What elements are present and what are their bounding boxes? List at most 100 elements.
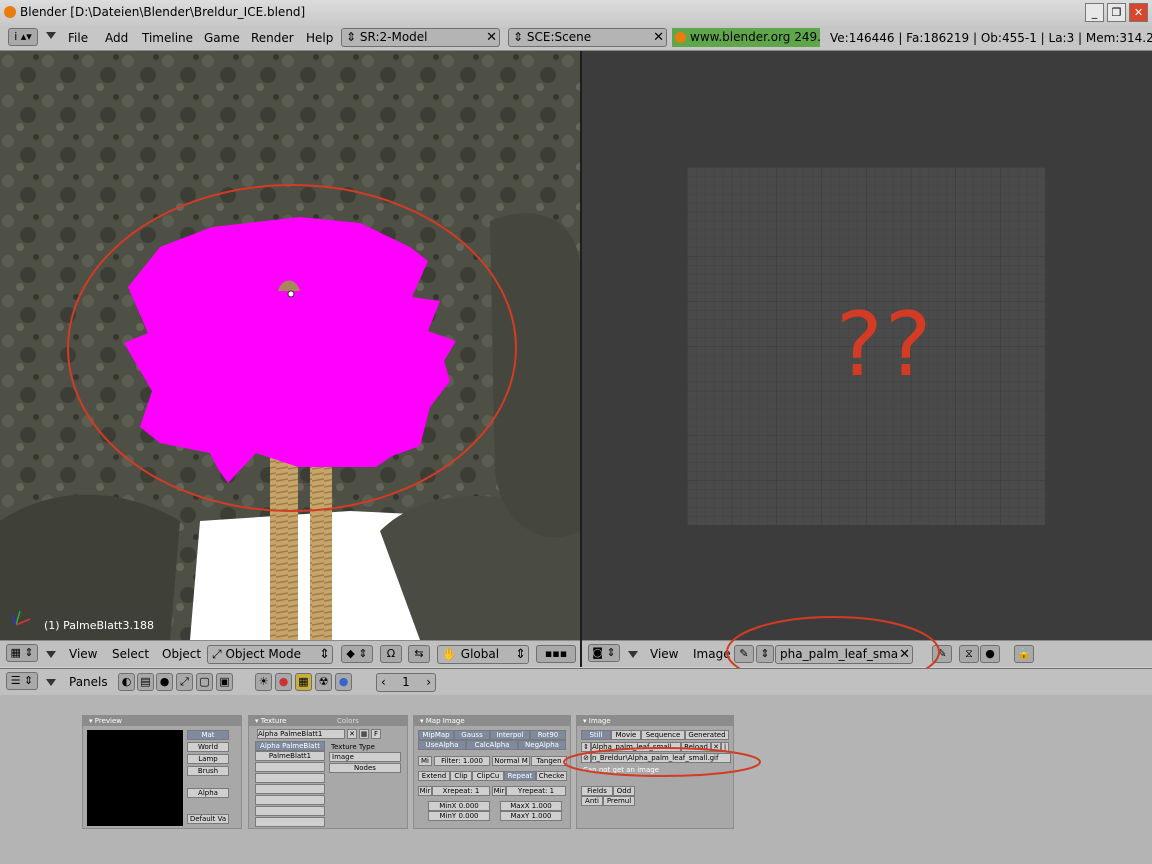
calcalpha-toggle[interactable]: CalcAlpha (466, 740, 518, 750)
miny-field[interactable]: MinY 0.000 (428, 811, 490, 821)
collapse-menu-icon[interactable] (46, 679, 56, 686)
window-type-image-icon[interactable]: ◙ ⇕ (588, 644, 620, 662)
delete-screen-icon[interactable]: ✕ (486, 29, 497, 46)
mode-value: Object Mode (225, 647, 302, 661)
frame-field[interactable]: ‹ 1 › (376, 673, 436, 692)
delete-scene-icon[interactable]: ✕ (653, 29, 664, 46)
texture-list-slot[interactable] (255, 784, 325, 794)
pivot-icon[interactable]: Ω (380, 645, 402, 663)
prev-arrow-icon[interactable]: ‹ (381, 674, 386, 691)
script-icon[interactable]: ▤ (137, 673, 154, 691)
mode-icon: ⤢ (212, 647, 222, 661)
menu-view[interactable]: View (69, 647, 97, 661)
minimize-button[interactable]: _ (1085, 3, 1104, 22)
screen-name: SR:2-Model (359, 30, 428, 44)
next-arrow-icon[interactable]: › (426, 674, 431, 691)
image-editor[interactable]: ?? (582, 51, 1152, 640)
texture-icon[interactable]: ▦ (295, 673, 312, 691)
uv-sync-icon[interactable]: ⧖ (959, 645, 979, 663)
draw-type-solid-icon[interactable]: ◆ ⇕ (341, 645, 373, 663)
texture-list-slot[interactable] (255, 806, 325, 816)
3d-viewport[interactable]: (1) PalmeBlatt3.188 (0, 51, 580, 640)
premul-toggle[interactable]: Premul (603, 796, 635, 806)
window-type-grid-icon[interactable]: ▦ ⇕ (6, 644, 38, 662)
preview-mat-button[interactable]: Mat (187, 730, 229, 740)
menu-render[interactable]: Render (251, 31, 294, 45)
texture-list-slot[interactable] (255, 773, 325, 783)
orientation-select[interactable]: ✋ Global ⇕ (437, 645, 529, 664)
texture-delete-icon[interactable]: ✕ (347, 729, 357, 739)
preview-alpha-button[interactable]: Alpha (187, 788, 229, 798)
mirror-y-toggle[interactable]: Mir (492, 786, 506, 796)
clipcube-toggle[interactable]: ClipCu (472, 771, 504, 781)
window-type-info-icon[interactable]: i ▴▾ (8, 28, 38, 46)
collapse-menu-icon[interactable] (628, 651, 638, 658)
menu-timeline[interactable]: Timeline (142, 31, 193, 45)
gauss-toggle[interactable]: Gauss (454, 730, 490, 740)
preview-brush-button[interactable]: Brush (187, 766, 229, 776)
menu-file[interactable]: File (68, 31, 88, 45)
logic-icon[interactable]: ◐ (118, 673, 135, 691)
texture-list-slot[interactable] (255, 817, 325, 827)
window-type-buttons-icon[interactable]: ☰ ⇕ (6, 672, 38, 690)
menu-game[interactable]: Game (204, 31, 240, 45)
texture-name-field[interactable]: Alpha PalmeBlatt1 (257, 729, 345, 739)
menu-add[interactable]: Add (105, 31, 128, 45)
xrepeat-field[interactable]: Xrepeat: 1 (432, 786, 490, 796)
interpol-toggle[interactable]: Interpol (490, 730, 530, 740)
preview-world-button[interactable]: World (187, 742, 229, 752)
texture-browse-icon[interactable]: ▦ (359, 729, 369, 739)
shading-icon[interactable]: ● (156, 673, 173, 691)
mipmap-toggle[interactable]: MipMap (418, 730, 454, 740)
scene-selector[interactable]: ⇕ SCE:Scene ✕ (508, 28, 667, 47)
lamp-icon[interactable]: ☀ (255, 673, 272, 691)
scene-icon[interactable]: ▣ (216, 673, 233, 691)
menu-panels[interactable]: Panels (69, 675, 108, 689)
world-icon[interactable]: ● (335, 673, 352, 691)
extend-toggle[interactable]: Extend (418, 771, 450, 781)
object-icon[interactable]: ⤢ (176, 673, 193, 691)
texture-type-label: Texture Type (331, 743, 375, 751)
menu-object[interactable]: Object (162, 647, 201, 661)
mirror-x-toggle[interactable]: Mir (418, 786, 432, 796)
radiosity-icon[interactable]: ☢ (315, 673, 332, 691)
collapse-menu-icon[interactable] (46, 651, 56, 658)
default-vars-button[interactable]: Default Va (187, 814, 229, 824)
anti-toggle[interactable]: Anti (581, 796, 603, 806)
preview-lamp-button[interactable]: Lamp (187, 754, 229, 764)
texture-list-slot[interactable] (255, 795, 325, 805)
texture-type-select[interactable]: Image (329, 752, 401, 762)
normal-map-toggle[interactable]: Normal M (492, 756, 530, 766)
screen-selector[interactable]: ⇕ SR:2-Model ✕ (341, 28, 500, 47)
filter-field[interactable]: Filter: 1.000 (434, 756, 490, 766)
repeat-toggle[interactable]: Repeat (504, 771, 536, 781)
lock-icon[interactable]: 🔒 (1014, 645, 1034, 663)
website-label[interactable]: www.blender.org 249.2 (672, 28, 820, 47)
texture-fake-icon[interactable]: F (371, 729, 381, 739)
panel-title: ▾ Preview (83, 716, 241, 726)
close-button[interactable]: ✕ (1129, 3, 1148, 22)
editing-icon[interactable]: ▢ (196, 673, 213, 691)
layers-icon[interactable]: ▪▪▪ (536, 645, 576, 663)
menu-help[interactable]: Help (306, 31, 333, 45)
clip-toggle[interactable]: Clip (450, 771, 472, 781)
mode-select[interactable]: ⤢ Object Mode ⇕ (207, 645, 333, 664)
maxx-field[interactable]: MaxX 1.000 (500, 801, 562, 811)
collapse-menu-icon[interactable] (46, 32, 56, 39)
minx-field[interactable]: MinX 0.000 (428, 801, 490, 811)
record-icon[interactable]: ● (980, 645, 1000, 663)
maxy-field[interactable]: MaxY 1.000 (500, 811, 562, 821)
menu-select[interactable]: Select (112, 647, 149, 661)
material-icon[interactable]: ● (275, 673, 292, 691)
texture-list-item[interactable]: Alpha PalmeBlatt (255, 741, 325, 751)
nodes-button[interactable]: Nodes (329, 763, 401, 773)
panel-title: ▾ Texture (249, 716, 407, 726)
mi-button[interactable]: Mi (418, 756, 432, 766)
menu-view[interactable]: View (650, 647, 678, 661)
manipulator-icon[interactable]: ⇆ (408, 645, 430, 663)
usealpha-toggle[interactable]: UseAlpha (418, 740, 466, 750)
texture-list-slot[interactable] (255, 762, 325, 772)
tab-colors[interactable]: Colors (337, 717, 359, 725)
maximize-button[interactable]: ❐ (1107, 3, 1126, 22)
texture-list-item[interactable]: PalmeBlatt1 (255, 751, 325, 761)
